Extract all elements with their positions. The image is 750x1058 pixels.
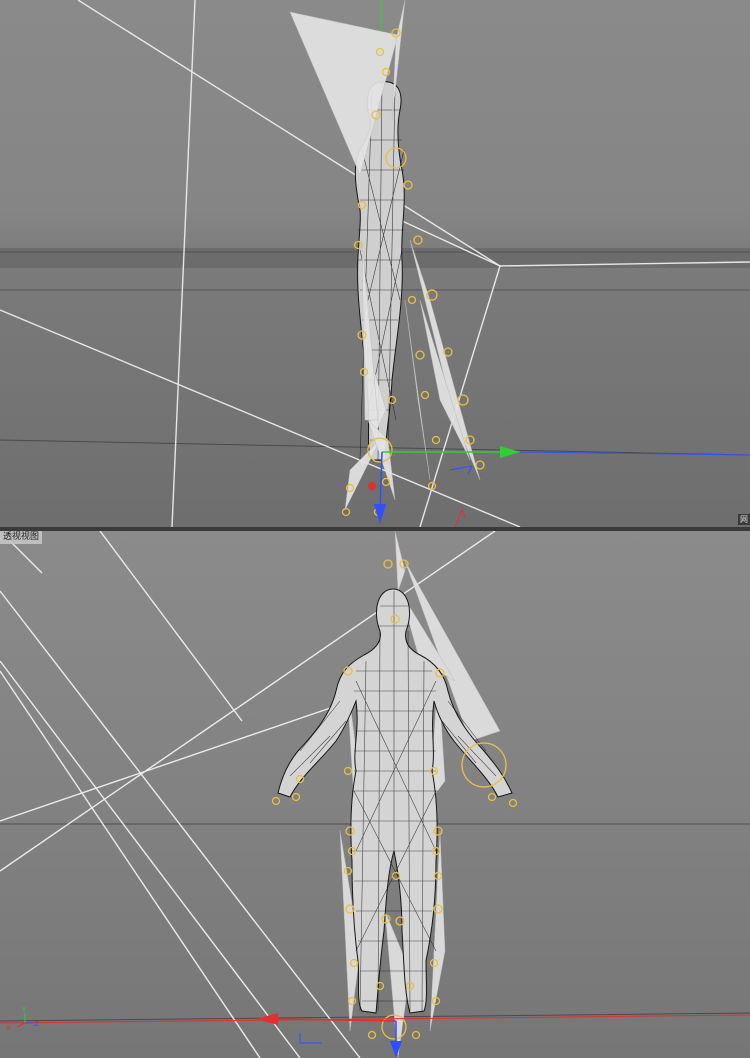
character-figure-back[interactable] (271, 531, 518, 1058)
gizmo-z-axis-line (379, 451, 383, 511)
gizmo-red-handle-icon (368, 482, 376, 490)
axis-z-label: Z (34, 1020, 39, 1028)
world-x-axis-line (0, 1014, 750, 1024)
gizmo-green-arrow-icon (500, 446, 520, 458)
origin-marker-red-icon (454, 508, 466, 527)
origin-marker-icon (449, 465, 473, 475)
move-gizmo-top[interactable] (368, 446, 750, 527)
viewport-bottom-canvas[interactable]: Y Z X (0, 531, 750, 1058)
axis-x-label: X (6, 1024, 11, 1032)
viewport-bottom[interactable]: Y Z X 透视视图 (0, 531, 750, 1058)
viewport-top[interactable]: 网 (0, 0, 750, 527)
gizmo-blue-arrow-icon (390, 1041, 402, 1058)
axis-y-label: Y (21, 1006, 27, 1014)
viewport-corner-tag: 网 (738, 514, 750, 525)
axis-indicator: Y Z X (6, 1006, 39, 1032)
viewport-top-canvas[interactable] (0, 0, 750, 527)
viewport-name-label[interactable]: 透视视图 (0, 531, 43, 544)
origin-marker-icon (299, 1033, 322, 1044)
floor-line (0, 1012, 750, 1022)
